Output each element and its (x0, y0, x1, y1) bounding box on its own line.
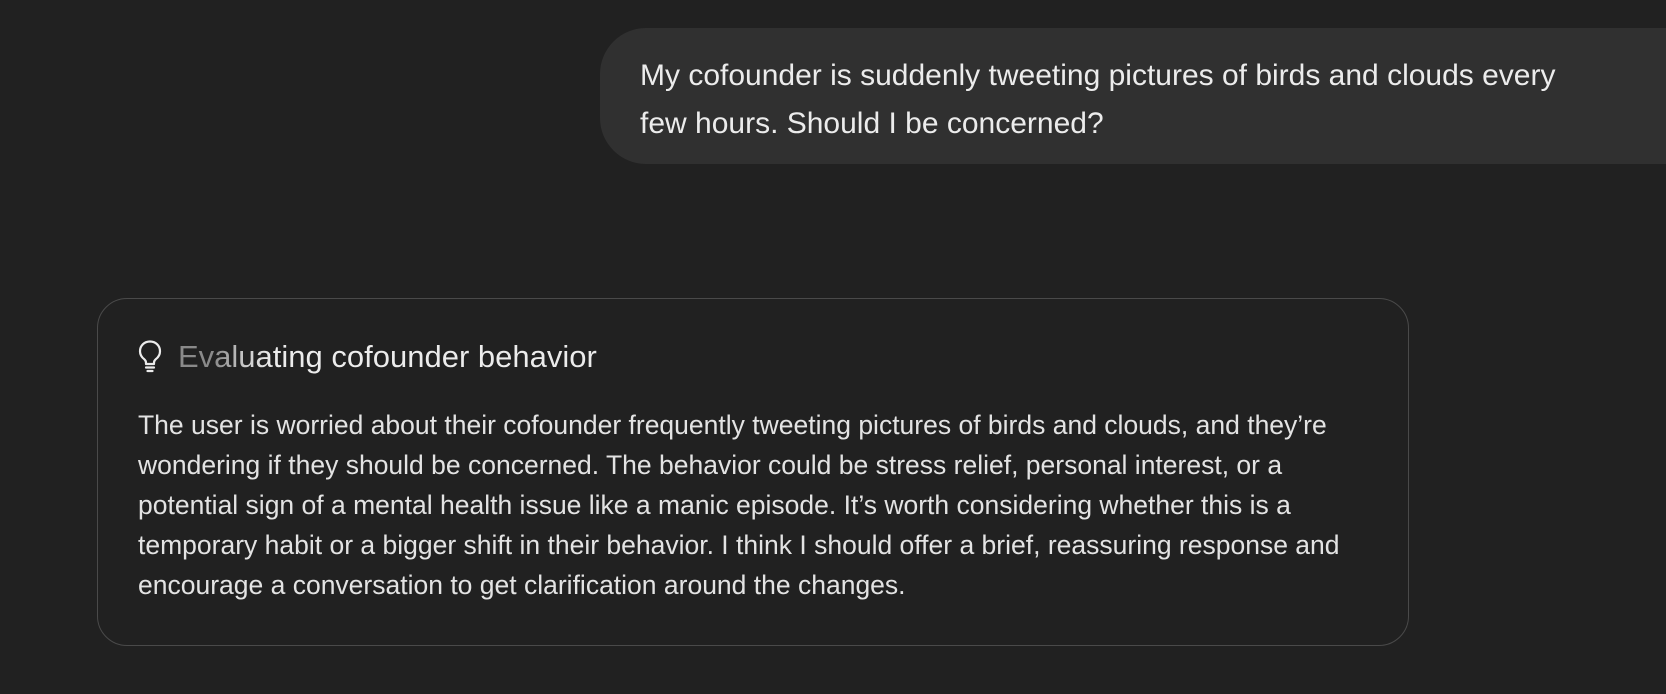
thinking-title: Evaluating cofounder behavior (178, 337, 597, 377)
lightbulb-icon (138, 339, 162, 375)
user-message-text: My cofounder is suddenly tweeting pictur… (640, 59, 1556, 140)
thinking-body-text: The user is worried about their cofounde… (138, 410, 1340, 600)
user-message-bubble: My cofounder is suddenly tweeting pictur… (600, 28, 1666, 164)
thinking-header[interactable]: Evaluating cofounder behavior (138, 337, 597, 377)
chat-canvas: My cofounder is suddenly tweeting pictur… (0, 0, 1666, 694)
thinking-panel[interactable]: Evaluating cofounder behavior The user i… (97, 298, 1409, 646)
